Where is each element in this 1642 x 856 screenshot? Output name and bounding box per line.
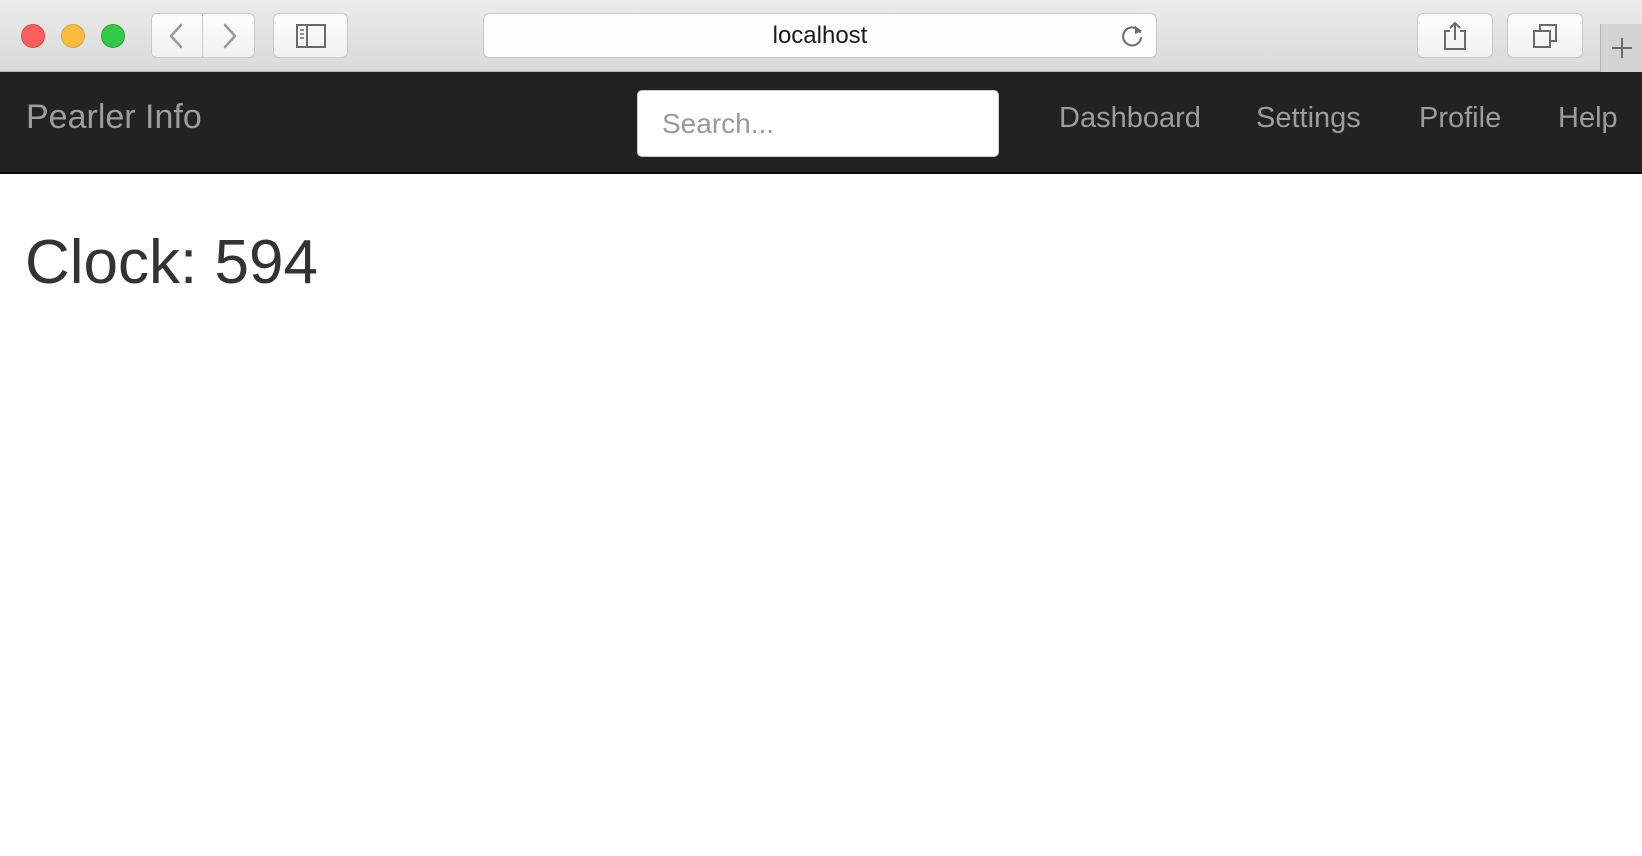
forward-button[interactable] — [203, 13, 255, 58]
close-window-button[interactable] — [21, 24, 45, 48]
tabs-icon — [1533, 23, 1557, 48]
clock-heading: Clock: 594 — [25, 228, 318, 297]
brand-link[interactable]: Pearler Info — [26, 100, 202, 134]
minimize-window-button[interactable] — [61, 24, 85, 48]
back-button[interactable] — [151, 13, 203, 58]
browser-toolbar: localhost — [0, 0, 1642, 72]
new-tab-button[interactable] — [1600, 24, 1642, 72]
sidebar-toggle-button[interactable] — [273, 13, 348, 58]
share-icon — [1444, 21, 1466, 50]
chevron-left-icon — [169, 23, 183, 48]
sidebar-icon — [295, 23, 326, 48]
reload-icon[interactable] — [1118, 22, 1146, 50]
nav-link-dashboard[interactable]: Dashboard — [1059, 104, 1201, 133]
url-text: localhost — [772, 21, 868, 49]
maximize-window-button[interactable] — [101, 24, 125, 48]
plus-icon — [1611, 38, 1632, 58]
show-tabs-button[interactable] — [1507, 13, 1583, 58]
nav-link-profile[interactable]: Profile — [1419, 104, 1501, 133]
app-navbar: Pearler Info Dashboard Settings Profile … — [0, 72, 1642, 174]
nav-link-help[interactable]: Help — [1558, 104, 1618, 133]
address-bar[interactable]: localhost — [483, 13, 1157, 58]
search-input[interactable] — [637, 90, 999, 157]
nav-link-settings[interactable]: Settings — [1256, 104, 1361, 133]
share-button[interactable] — [1417, 13, 1493, 58]
chevron-right-icon — [223, 23, 236, 48]
